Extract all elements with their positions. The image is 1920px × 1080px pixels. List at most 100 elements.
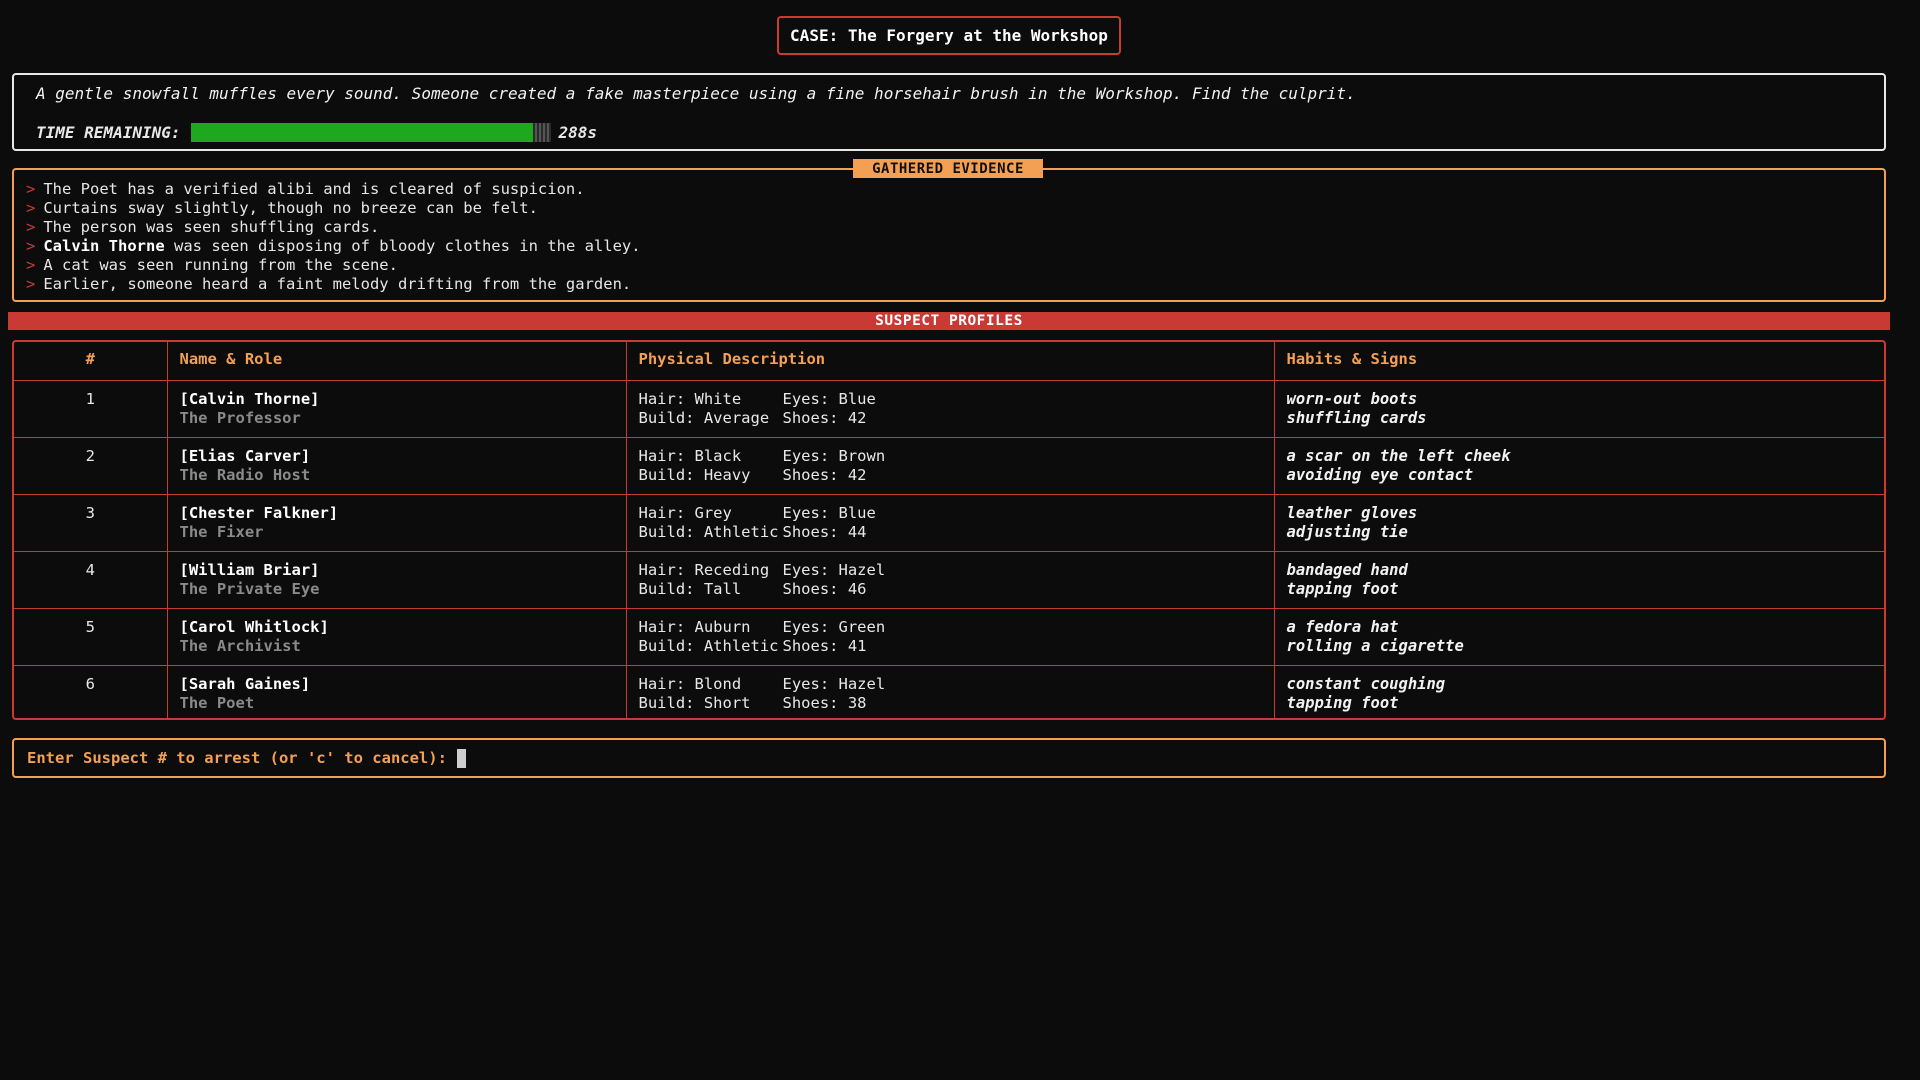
- suspect-habit: avoiding eye contact: [1286, 465, 1474, 484]
- evidence-item: > Earlier, someone heard a faint melody d…: [26, 275, 641, 294]
- suspect-hair: Hair: Auburn: [638, 617, 751, 636]
- evidence-item: > Calvin Thorne was seen disposing of blo…: [26, 237, 641, 256]
- timer-progress-bar: [190, 122, 551, 142]
- suspect-name-role-cell: [Sarah Gaines] The Poet: [166, 664, 627, 718]
- suspect-eyes: Eyes: Hazel: [782, 560, 886, 579]
- intro-panel: A gentle snowfall muffles every sound. S…: [12, 73, 1886, 151]
- suspect-name: [Elias Carver]: [179, 446, 311, 465]
- text-cursor[interactable]: [456, 748, 466, 768]
- suspect-habit: a scar on the left cheek: [1286, 446, 1511, 465]
- evidence-item: > The Poet has a verified alibi and is cl…: [26, 180, 641, 199]
- suspect-physical-cell: Hair: Blond Eyes: Hazel Build: Short Shoes:…: [625, 664, 1275, 718]
- suspect-role: The Archivist: [179, 636, 301, 655]
- suspect-role: The Fixer: [179, 522, 264, 541]
- suspect-number: 5: [14, 607, 168, 666]
- evidence-header: GATHERED EVIDENCE: [853, 159, 1043, 178]
- suspect-habit: constant coughing: [1286, 674, 1446, 693]
- evidence-item: > The person was seen shuffling cards.: [26, 218, 641, 237]
- evidence-panel: > The Poet has a verified alibi and is cl…: [12, 168, 1886, 302]
- suspects-banner: SUSPECT PROFILES: [8, 312, 1890, 330]
- suspect-number: 4: [14, 550, 168, 609]
- suspect-habit: tapping foot: [1286, 693, 1399, 712]
- suspect-habit: a fedora hat: [1286, 617, 1399, 636]
- suspect-habit: bandaged hand: [1286, 560, 1408, 579]
- suspect-build: Build: Heavy: [638, 465, 751, 484]
- suspect-role: The Poet: [179, 693, 255, 712]
- evidence-text: Earlier, someone heard a faint melody dr…: [43, 275, 632, 293]
- suspect-shoes: Shoes: 46: [782, 579, 867, 598]
- suspect-hair: Hair: Blond: [638, 674, 742, 693]
- suspect-role: The Professor: [179, 408, 301, 427]
- case-title: CASE: The Forgery at the Workshop: [777, 16, 1121, 55]
- suspect-habit: shuffling cards: [1286, 408, 1427, 427]
- table-row[interactable]: 2 [Elias Carver] The Radio Host Hair: Black…: [14, 436, 1884, 495]
- evidence-prompt-icon: >: [26, 218, 36, 236]
- suspect-number: 1: [14, 379, 168, 438]
- suspect-habits-cell: worn-out boots shuffling cards: [1273, 379, 1884, 438]
- column-header-habits: Habits & Signs: [1273, 342, 1884, 381]
- evidence-prompt-icon: >: [26, 237, 36, 255]
- suspect-role: The Radio Host: [179, 465, 311, 484]
- suspect-name-role-cell: [Chester Falkner] The Fixer: [166, 493, 627, 552]
- suspect-habits-cell: constant coughing tapping foot: [1273, 664, 1884, 718]
- timer-label: TIME REMAINING:: [36, 122, 181, 142]
- suspect-number: 6: [14, 664, 168, 718]
- suspect-shoes: Shoes: 41: [782, 636, 867, 655]
- timer-row: TIME REMAINING: 288s: [36, 121, 597, 143]
- suspect-habit: worn-out boots: [1286, 389, 1418, 408]
- suspects-table-container: # Name & Role Physical Description Habit…: [12, 340, 1886, 720]
- suspect-habit: tapping foot: [1286, 579, 1399, 598]
- suspect-hair: Hair: Black: [638, 446, 742, 465]
- suspect-role: The Private Eye: [179, 579, 320, 598]
- evidence-highlight: Calvin Thorne: [43, 237, 165, 255]
- suspect-eyes: Eyes: Hazel: [782, 674, 886, 693]
- suspect-physical-cell: Hair: White Eyes: Blue Build: Average Shoes…: [625, 379, 1275, 438]
- suspect-name: [Calvin Thorne]: [179, 389, 320, 408]
- suspect-name-role-cell: [Elias Carver] The Radio Host: [166, 436, 627, 495]
- evidence-item: > Curtains sway slightly, though no breez…: [26, 199, 641, 218]
- suspect-name-role-cell: [William Briar] The Private Eye: [166, 550, 627, 609]
- evidence-prompt-icon: >: [26, 180, 36, 198]
- column-header-number: #: [14, 342, 168, 381]
- suspect-build: Build: Athletic: [638, 522, 779, 541]
- suspect-name-role-cell: [Calvin Thorne] The Professor: [166, 379, 627, 438]
- suspect-physical-cell: Hair: Black Eyes: Brown Build: Heavy Shoes:…: [625, 436, 1275, 495]
- table-row[interactable]: 1 [Calvin Thorne] The Professor Hair: White…: [14, 379, 1884, 438]
- suspect-build: Build: Short: [638, 693, 751, 712]
- evidence-text: A cat was seen running from the scene.: [43, 256, 398, 274]
- suspect-build: Build: Tall: [638, 579, 742, 598]
- suspect-eyes: Eyes: Blue: [782, 389, 876, 408]
- suspect-habit: leather gloves: [1286, 503, 1418, 522]
- table-row[interactable]: 3 [Chester Falkner] The Fixer Hair: Grey Eye…: [14, 493, 1884, 552]
- suspect-shoes: Shoes: 44: [782, 522, 867, 541]
- table-row[interactable]: 5 [Carol Whitlock] The Archivist Hair: Aubu…: [14, 607, 1884, 666]
- suspect-shoes: Shoes: 42: [782, 465, 867, 484]
- evidence-text: The person was seen shuffling cards.: [43, 218, 380, 236]
- evidence-list: > The Poet has a verified alibi and is cl…: [26, 180, 641, 294]
- evidence-text: Curtains sway slightly, though no breeze…: [43, 199, 538, 217]
- suspect-physical-cell: Hair: Receding Eyes: Hazel Build: Tall Shoe…: [625, 550, 1275, 609]
- intro-text: A gentle snowfall muffles every sound. S…: [36, 84, 1356, 103]
- suspect-build: Build: Athletic: [638, 636, 779, 655]
- column-header-name: Name & Role: [166, 342, 627, 381]
- suspect-habits-cell: a scar on the left cheek avoiding eye con…: [1273, 436, 1884, 495]
- timer-progress-fill: [190, 122, 533, 142]
- evidence-prompt-icon: >: [26, 275, 36, 293]
- suspect-habits-cell: leather gloves adjusting tie: [1273, 493, 1884, 552]
- table-header-row: # Name & Role Physical Description Habit…: [14, 342, 1884, 381]
- suspect-habit: adjusting tie: [1286, 522, 1408, 541]
- table-row[interactable]: 4 [William Briar] The Private Eye Hair: Rec…: [14, 550, 1884, 609]
- suspects-table: # Name & Role Physical Description Habit…: [14, 342, 1884, 718]
- arrest-input-prompt: Enter Suspect # to arrest (or 'c' to can…: [27, 749, 447, 767]
- table-row[interactable]: 6 [Sarah Gaines] The Poet Hair: Blond Eyes: …: [14, 664, 1884, 718]
- suspect-habit: rolling a cigarette: [1286, 636, 1464, 655]
- suspect-habits-cell: bandaged hand tapping foot: [1273, 550, 1884, 609]
- suspect-name: [William Briar]: [179, 560, 320, 579]
- suspect-eyes: Eyes: Blue: [782, 503, 876, 522]
- suspect-name-role-cell: [Carol Whitlock] The Archivist: [166, 607, 627, 666]
- suspect-hair: Hair: Receding: [638, 560, 770, 579]
- arrest-input-box[interactable]: Enter Suspect # to arrest (or 'c' to can…: [12, 738, 1886, 778]
- suspect-shoes: Shoes: 42: [782, 408, 867, 427]
- suspect-habits-cell: a fedora hat rolling a cigarette: [1273, 607, 1884, 666]
- evidence-prompt-icon: >: [26, 199, 36, 217]
